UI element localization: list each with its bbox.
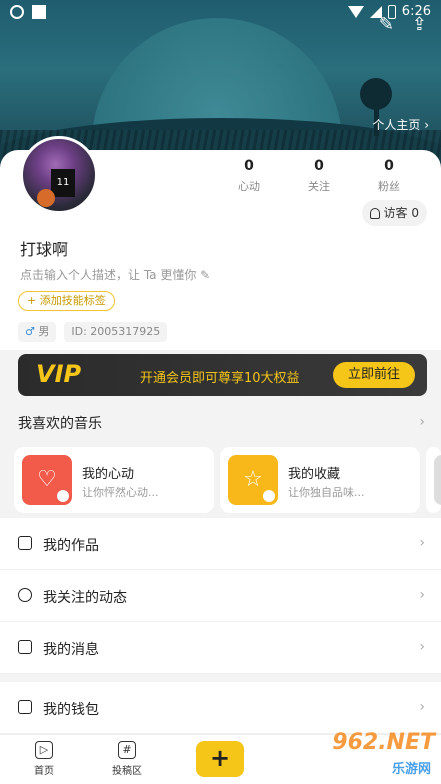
- wifi-icon: [347, 5, 364, 18]
- sync-icon: [10, 5, 24, 19]
- visitors-button[interactable]: 访客 0: [361, 200, 427, 226]
- music-card-subtitle: 让你独自品味...: [288, 486, 365, 499]
- vip-banner[interactable]: VIP 开通会员即可尊享10大权益 立即前往: [18, 354, 427, 396]
- music-card-subtitle: 让你怦然心动...: [82, 486, 159, 499]
- edit-icon[interactable]: ✎: [379, 14, 394, 35]
- compass-icon: [18, 588, 32, 602]
- menu-item-works[interactable]: 我的作品 ›: [0, 518, 441, 570]
- music-note-icon: [18, 536, 32, 550]
- avatar[interactable]: 11: [20, 136, 98, 214]
- chevron-right-icon: ›: [419, 414, 425, 430]
- stat-value: 0: [384, 158, 394, 174]
- menu-item-label: 我的作品: [43, 538, 99, 554]
- play-icon: ▷: [35, 741, 53, 759]
- stat-value: 0: [314, 158, 324, 174]
- music-section-header[interactable]: 我喜欢的音乐 ›: [0, 400, 441, 444]
- menu-item-label: 我的钱包: [43, 702, 99, 718]
- chevron-right-icon: ›: [419, 587, 425, 603]
- music-card-title: 我的心动: [82, 467, 135, 482]
- vip-logo: VIP: [36, 360, 82, 388]
- music-card-cover: [434, 455, 441, 505]
- male-icon: ♂: [25, 325, 35, 338]
- tab-home[interactable]: ▷ 首页: [14, 741, 74, 777]
- avatar-jersey: 11: [51, 169, 75, 197]
- music-card-title: 我的收藏: [288, 467, 341, 482]
- status-bar: 6:26: [0, 0, 441, 26]
- watermark-subtitle: 乐游网: [391, 762, 431, 777]
- tab-submission[interactable]: # 投稿区: [97, 741, 157, 777]
- profile-meta-tags: ♂ 男 ID: 2005317925: [18, 322, 168, 342]
- stat-label: 心动: [238, 180, 260, 193]
- music-card-cover: ☆: [228, 455, 278, 505]
- music-card-partial[interactable]: [426, 447, 441, 513]
- stat-followers[interactable]: 0 粉丝: [354, 158, 424, 194]
- homepage-link[interactable]: 个人主页 ›: [372, 116, 429, 133]
- menu-item-messages[interactable]: 我的消息 ›: [0, 622, 441, 674]
- tab-label: 投稿区: [112, 766, 142, 777]
- play-icon: [263, 490, 275, 502]
- music-card-row: ♡ 我的心动 让你怦然心动... ☆ 我的收藏 让你独自品味...: [14, 447, 441, 513]
- chevron-right-icon: ›: [419, 699, 425, 715]
- hashtag-icon: #: [118, 741, 136, 759]
- music-card-favorites[interactable]: ☆ 我的收藏 让你独自品味...: [220, 447, 420, 513]
- basketball-icon: [37, 189, 55, 207]
- menu-item-label: 我的消息: [43, 642, 99, 658]
- stat-following[interactable]: 0 关注: [284, 158, 354, 194]
- stat-label: 粉丝: [378, 180, 400, 193]
- chevron-right-icon: ›: [419, 535, 425, 551]
- share-icon[interactable]: ⇪: [412, 14, 427, 35]
- wallet-icon: [18, 700, 32, 714]
- menu-item-followed-feed[interactable]: 我关注的动态 ›: [0, 570, 441, 622]
- profile-menu-list: 我的作品 › 我关注的动态 › 我的消息 ›: [0, 518, 441, 674]
- watermark-logo: 962.NET: [332, 730, 435, 755]
- music-card-cover: ♡: [22, 455, 72, 505]
- profile-stats: 0 心动 0 关注 0 粉丝: [214, 158, 424, 194]
- gender-tag: ♂ 男: [18, 322, 57, 342]
- stat-value: 0: [244, 158, 254, 174]
- vip-go-button[interactable]: 立即前往: [333, 362, 415, 388]
- nickname: 打球啊: [20, 240, 69, 259]
- add-skill-tag-button[interactable]: + 添加技能标签: [18, 291, 115, 311]
- play-icon: [57, 490, 69, 502]
- stat-label: 关注: [308, 180, 330, 193]
- gender-label: 男: [38, 325, 50, 338]
- user-id-tag: ID: 2005317925: [64, 322, 168, 342]
- add-post-button[interactable]: +: [196, 741, 244, 777]
- envelope-icon: [18, 640, 32, 654]
- vip-text: 开通会员即可尊享10大权益: [140, 371, 300, 386]
- section-title: 我喜欢的音乐: [18, 416, 102, 432]
- tree-illustration: [360, 78, 392, 110]
- chevron-right-icon: ›: [419, 639, 425, 655]
- stat-likes[interactable]: 0 心动: [214, 158, 284, 194]
- tab-label: 首页: [34, 766, 54, 777]
- person-icon: [369, 207, 380, 219]
- notification-icon: [32, 5, 46, 19]
- visitors-label: 访客 0: [383, 206, 419, 220]
- menu-item-label: 我关注的动态: [43, 590, 127, 606]
- profile-description[interactable]: 点击输入个人描述，让 Ta 更懂你 ✎: [20, 266, 210, 283]
- menu-item-wallet[interactable]: 我的钱包 ›: [0, 682, 441, 734]
- music-card-likes[interactable]: ♡ 我的心动 让你怦然心动...: [14, 447, 214, 513]
